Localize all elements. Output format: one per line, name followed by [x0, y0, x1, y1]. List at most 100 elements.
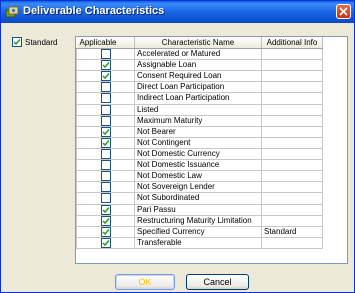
- applicable-cell[interactable]: [76, 81, 135, 94]
- additional-info-cell[interactable]: [261, 170, 323, 183]
- applicable-cell[interactable]: [76, 70, 135, 83]
- applicable-cell[interactable]: [76, 47, 135, 61]
- standard-checkbox[interactable]: Standard: [12, 37, 57, 47]
- characteristic-name-cell[interactable]: Maximum Maturity: [134, 114, 262, 127]
- applicable-checkbox[interactable]: [100, 227, 111, 237]
- ok-button[interactable]: OK: [115, 274, 175, 290]
- applicable-cell[interactable]: [76, 92, 135, 105]
- additional-info-cell[interactable]: [261, 59, 323, 72]
- applicable-checkbox[interactable]: [100, 205, 111, 215]
- standard-checkbox-box[interactable]: [12, 37, 22, 47]
- applicable-cell[interactable]: [76, 214, 135, 227]
- table-row[interactable]: Not Subordinated: [76, 192, 323, 205]
- characteristic-name-cell[interactable]: Not Domestic Currency: [134, 147, 262, 161]
- applicable-checkbox[interactable]: [100, 138, 111, 148]
- characteristic-name-cell[interactable]: Assignable Loan: [134, 59, 262, 72]
- applicable-checkbox[interactable]: [100, 60, 111, 70]
- table-row[interactable]: Indirect Loan Participation: [76, 92, 323, 105]
- characteristic-name-cell[interactable]: Listed: [134, 103, 262, 116]
- additional-info-cell[interactable]: [261, 192, 323, 205]
- additional-info-cell[interactable]: [261, 136, 323, 149]
- applicable-checkbox[interactable]: [100, 71, 111, 81]
- characteristic-name-cell[interactable]: Consent Required Loan: [134, 70, 262, 83]
- table-row[interactable]: Not Domestic Issuance: [76, 159, 323, 172]
- applicable-checkbox[interactable]: [100, 82, 111, 92]
- applicable-cell[interactable]: [76, 147, 135, 161]
- applicable-cell[interactable]: [76, 103, 135, 116]
- characteristics-grid[interactable]: Applicable Characteristic Name Additiona…: [75, 36, 348, 264]
- table-row[interactable]: Not Domestic Currency: [76, 147, 323, 161]
- additional-info-cell[interactable]: [261, 70, 323, 83]
- characteristic-name-cell[interactable]: Specified Currency: [134, 225, 262, 238]
- applicable-cell[interactable]: [76, 181, 135, 194]
- applicable-checkbox[interactable]: [100, 238, 111, 248]
- characteristic-name-cell[interactable]: Not Bearer: [134, 125, 262, 138]
- additional-info-cell[interactable]: [261, 47, 323, 61]
- additional-info-cell[interactable]: [261, 92, 323, 105]
- characteristic-name-cell[interactable]: Pari Passu: [134, 203, 262, 216]
- additional-info-cell[interactable]: [261, 147, 323, 161]
- characteristic-name-cell[interactable]: Not Domestic Issuance: [134, 159, 262, 172]
- additional-info-cell[interactable]: [261, 103, 323, 116]
- applicable-cell[interactable]: [76, 59, 135, 72]
- column-header-applicable[interactable]: Applicable: [76, 37, 135, 49]
- table-row[interactable]: Transferable: [76, 236, 323, 249]
- characteristic-name-cell[interactable]: Indirect Loan Participation: [134, 92, 262, 105]
- close-button[interactable]: [336, 4, 351, 19]
- title-bar[interactable]: Deliverable Characteristics: [1, 1, 354, 23]
- additional-info-cell[interactable]: [261, 214, 323, 227]
- table-row[interactable]: Consent Required Loan: [76, 70, 323, 83]
- table-row[interactable]: Not Domestic Law: [76, 170, 323, 183]
- additional-info-cell[interactable]: [261, 203, 323, 216]
- cancel-button[interactable]: Cancel: [186, 274, 249, 290]
- applicable-checkbox[interactable]: [100, 93, 111, 104]
- additional-info-cell[interactable]: [261, 125, 323, 138]
- table-row[interactable]: Assignable Loan: [76, 59, 323, 72]
- characteristic-name-cell[interactable]: Direct Loan Participation: [134, 81, 262, 94]
- characteristic-name-cell[interactable]: Not Sovereign Lender: [134, 181, 262, 194]
- table-row[interactable]: Maximum Maturity: [76, 114, 323, 127]
- table-row[interactable]: Restructuring Maturity Limitation: [76, 214, 323, 227]
- additional-info-cell[interactable]: [261, 181, 323, 194]
- additional-info-cell[interactable]: Standard: [261, 225, 323, 238]
- applicable-checkbox[interactable]: [100, 216, 111, 226]
- applicable-checkbox[interactable]: [100, 116, 111, 126]
- applicable-checkbox[interactable]: [100, 193, 111, 204]
- applicable-checkbox[interactable]: [100, 105, 111, 115]
- applicable-cell[interactable]: [76, 236, 135, 249]
- table-row[interactable]: Not Bearer: [76, 125, 323, 138]
- applicable-checkbox[interactable]: [100, 160, 111, 170]
- additional-info-cell[interactable]: [261, 236, 323, 249]
- applicable-cell[interactable]: [76, 192, 135, 205]
- applicable-checkbox[interactable]: [100, 171, 111, 181]
- applicable-cell[interactable]: [76, 114, 135, 127]
- applicable-checkbox[interactable]: [100, 127, 111, 137]
- applicable-cell[interactable]: [76, 170, 135, 183]
- additional-info-cell[interactable]: [261, 114, 323, 127]
- applicable-cell[interactable]: [76, 203, 135, 216]
- applicable-checkbox[interactable]: [100, 182, 111, 192]
- applicable-checkbox[interactable]: [100, 49, 111, 59]
- applicable-cell[interactable]: [76, 159, 135, 172]
- applicable-cell[interactable]: [76, 136, 135, 149]
- characteristic-name-cell[interactable]: Not Contingent: [134, 136, 262, 149]
- table-row[interactable]: Not Sovereign Lender: [76, 181, 323, 194]
- table-row[interactable]: Not Contingent: [76, 136, 323, 149]
- table-row[interactable]: Accelerated or Matured: [76, 47, 323, 61]
- applicable-checkbox[interactable]: [100, 149, 111, 159]
- applicable-cell[interactable]: [76, 225, 135, 238]
- applicable-cell[interactable]: [76, 125, 135, 138]
- table-row[interactable]: Pari Passu: [76, 203, 323, 216]
- column-header-info[interactable]: Additional Info: [261, 37, 323, 49]
- table-row[interactable]: Specified Currency Standard: [76, 225, 323, 238]
- additional-info-cell[interactable]: [261, 81, 323, 94]
- additional-info-cell[interactable]: [261, 159, 323, 172]
- characteristic-name-cell[interactable]: Not Domestic Law: [134, 170, 262, 183]
- characteristic-name-cell[interactable]: Not Subordinated: [134, 192, 262, 205]
- table-row[interactable]: Direct Loan Participation: [76, 81, 323, 94]
- characteristic-name-cell[interactable]: Transferable: [134, 236, 262, 249]
- table-row[interactable]: Listed: [76, 103, 323, 116]
- characteristic-name-cell[interactable]: Accelerated or Matured: [134, 47, 262, 61]
- characteristic-name-cell[interactable]: Restructuring Maturity Limitation: [134, 214, 262, 227]
- column-header-name[interactable]: Characteristic Name: [134, 37, 262, 49]
